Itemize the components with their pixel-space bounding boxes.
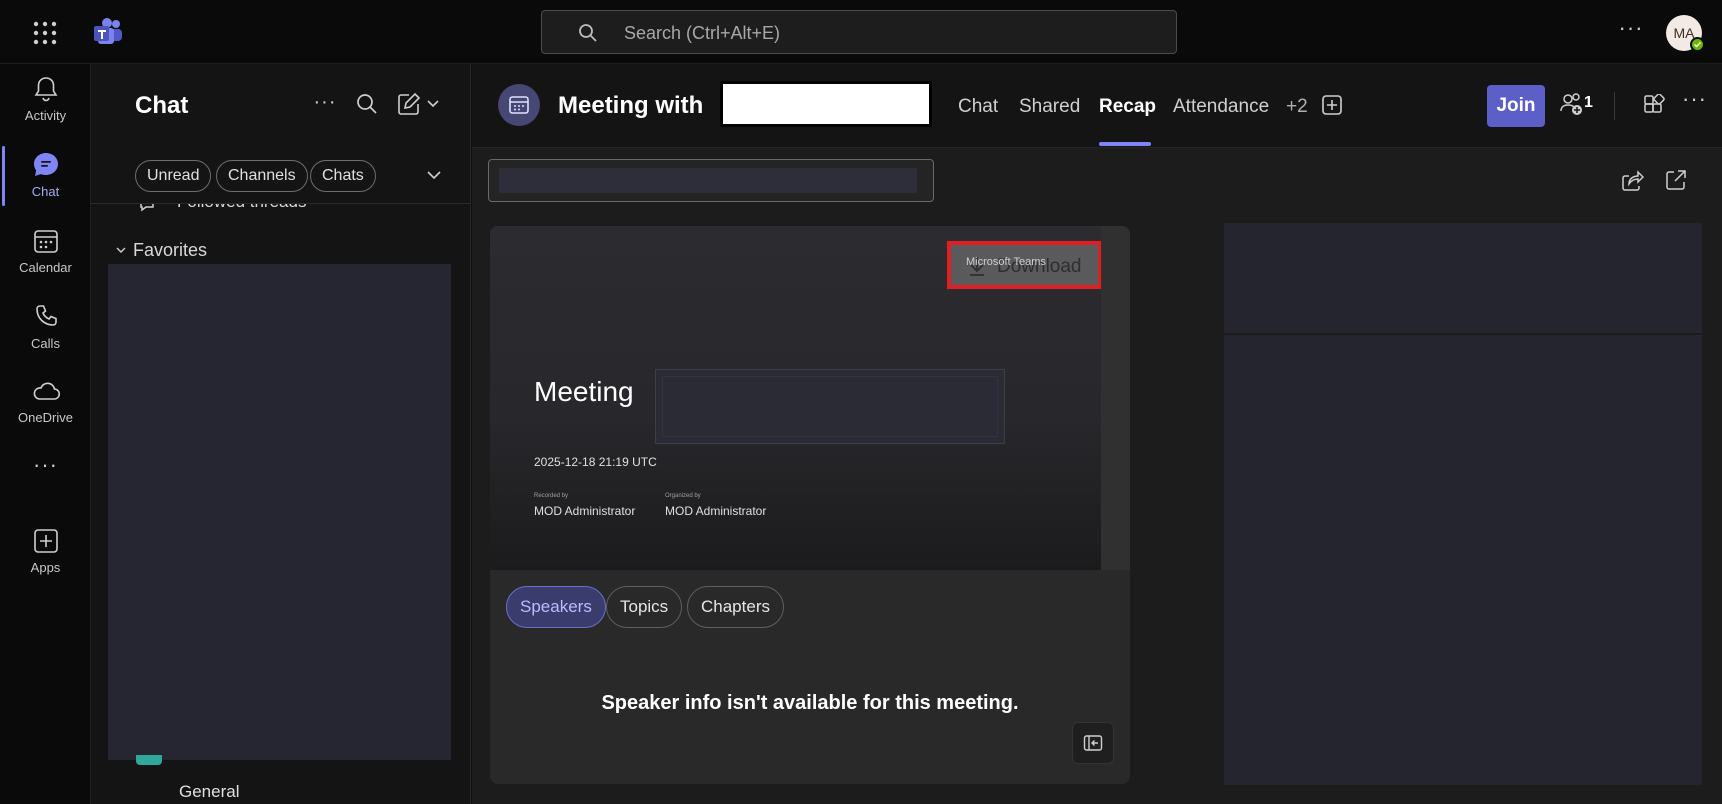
- rail-item-calendar[interactable]: Calendar: [0, 216, 91, 286]
- meeting-title: Meeting with: [558, 92, 704, 119]
- add-app-icon: [31, 526, 61, 556]
- recap-title-field[interactable]: [488, 159, 934, 202]
- divider: [1614, 92, 1615, 120]
- app-rail: Activity Chat Calendar Calls OneDrive ··…: [0, 64, 91, 804]
- filter-channels[interactable]: Channels: [216, 160, 308, 192]
- redacted-field-value: [499, 168, 917, 193]
- rail-label-onedrive: OneDrive: [18, 410, 73, 425]
- rail-item-activity[interactable]: Activity: [0, 64, 91, 134]
- redacted-chat-list: [108, 264, 451, 760]
- tab-shared[interactable]: Shared: [1019, 96, 1080, 118]
- brand-watermark: Microsoft Teams: [966, 256, 1046, 268]
- threads-icon: [137, 204, 159, 216]
- recording-card: Meeting 2025-12-18 21:19 UTC Recorded by…: [490, 226, 1130, 784]
- video-date: 2025-12-18 21:19 UTC: [534, 455, 657, 469]
- recap-content: Meeting 2025-12-18 21:19 UTC Recorded by…: [472, 148, 1722, 804]
- rail-item-apps[interactable]: Apps: [0, 516, 91, 586]
- search-placeholder: Search (Ctrl+Alt+E): [624, 23, 781, 43]
- teams-logo-icon: [92, 16, 124, 48]
- speaker-empty-message: Speaker info isn't available for this me…: [601, 692, 1019, 714]
- meeting-calendar-icon: [498, 84, 540, 126]
- calendar-icon: [31, 226, 61, 256]
- share-icon[interactable]: [1620, 168, 1644, 192]
- chip-topics[interactable]: Topics: [606, 586, 683, 628]
- meeting-header: Meeting with Chat Shared Recap Attendanc…: [472, 64, 1722, 148]
- rail-label-chat: Chat: [31, 184, 60, 199]
- chip-chapters[interactable]: Chapters: [687, 586, 784, 628]
- organized-by-label: Organized by: [665, 493, 701, 499]
- pane-title: Chat: [135, 92, 189, 119]
- pop-out-icon[interactable]: [1664, 168, 1688, 192]
- recording-player[interactable]: Meeting 2025-12-18 21:19 UTC Recorded by…: [490, 226, 1102, 570]
- rail-label-calls: Calls: [31, 336, 60, 351]
- tab-chat[interactable]: Chat: [958, 96, 998, 118]
- rail-item-chat[interactable]: Chat: [0, 140, 91, 210]
- add-tab-icon[interactable]: [1321, 94, 1343, 116]
- active-tab-indicator: [1099, 142, 1151, 146]
- redacted-transcript-panel: [1224, 335, 1702, 785]
- video-title: Meeting: [534, 376, 634, 407]
- app-launcher-icon[interactable]: [30, 18, 60, 48]
- tab-attendance[interactable]: Attendance: [1173, 96, 1269, 118]
- presence-available-icon: [1690, 37, 1705, 52]
- join-button[interactable]: Join: [1487, 85, 1545, 127]
- more-apps-icon[interactable]: ···: [0, 448, 91, 488]
- channel-item-general[interactable]: General: [179, 782, 239, 802]
- apps-icon[interactable]: [1642, 94, 1666, 118]
- settings-more-icon[interactable]: ···: [1618, 17, 1644, 44]
- tab-overflow[interactable]: +2: [1286, 96, 1308, 118]
- chat-icon: [31, 150, 61, 180]
- collapse-panel-icon[interactable]: [1072, 722, 1114, 764]
- chevron-down-icon[interactable]: [425, 166, 443, 184]
- participants-button[interactable]: 1: [1560, 92, 1604, 120]
- search-icon[interactable]: [353, 90, 381, 118]
- new-chat-icon[interactable]: [395, 90, 445, 118]
- search-box[interactable]: Search (Ctrl+Alt+E): [541, 10, 1177, 54]
- more-options-icon[interactable]: ···: [1682, 86, 1707, 112]
- organized-by-name: MOD Administrator: [665, 504, 767, 518]
- chat-more-options-icon[interactable]: ···: [311, 90, 339, 118]
- tab-recap[interactable]: Recap: [1099, 96, 1156, 118]
- redacted-meeting-name: [720, 81, 932, 127]
- top-bar: Search (Ctrl+Alt+E) ··· MA: [0, 0, 1722, 64]
- bell-icon: [31, 74, 61, 104]
- rail-label-calendar: Calendar: [19, 260, 72, 275]
- rail-item-onedrive[interactable]: OneDrive: [0, 366, 91, 436]
- followed-threads-label: Followed threads: [177, 204, 306, 212]
- team-avatar: [136, 755, 162, 765]
- recorded-by-label: Recorded by: [534, 493, 569, 499]
- favorites-label: Favorites: [133, 240, 208, 260]
- rail-label-activity: Activity: [24, 108, 67, 123]
- search-icon: [578, 23, 598, 43]
- cloud-icon: [31, 376, 61, 406]
- redacted-inner: [662, 376, 998, 437]
- recorded-by-name: MOD Administrator: [534, 504, 636, 518]
- participant-count: 1: [1584, 94, 1593, 111]
- player-side-strip: [1101, 226, 1130, 570]
- chevron-down-icon: [115, 244, 127, 256]
- redacted-notes-panel: [1224, 223, 1702, 333]
- chip-speakers[interactable]: Speakers: [506, 586, 606, 628]
- rail-item-calls[interactable]: Calls: [0, 292, 91, 362]
- rail-label-apps: Apps: [30, 560, 61, 575]
- people-add-icon: [1560, 93, 1582, 115]
- filter-unread[interactable]: Unread: [135, 160, 212, 192]
- chat-list-pane: Chat ··· Unread Channels Chats Followed …: [91, 64, 471, 804]
- filter-chats[interactable]: Chats: [310, 160, 376, 192]
- phone-icon: [31, 302, 61, 332]
